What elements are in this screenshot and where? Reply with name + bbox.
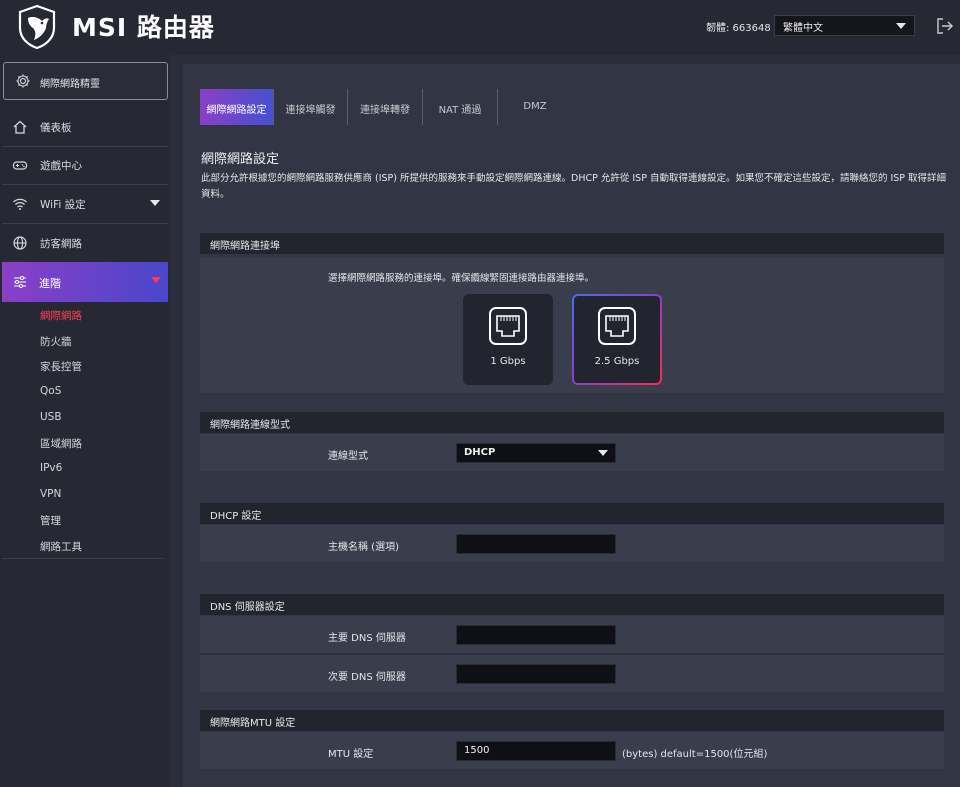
- mtu-hint: (bytes) default=1500(位元組): [622, 749, 768, 760]
- sidebar-item-game-center[interactable]: 遊戲中心: [0, 146, 168, 184]
- submenu-management[interactable]: 管理: [40, 513, 61, 528]
- submenu-lan[interactable]: 區域網路: [40, 436, 82, 451]
- main-panel: 網際網路設定 連接埠觸發 連接埠轉發 NAT 通過 DMZ 網際網路設定 此部分…: [183, 64, 960, 787]
- gear-icon: [16, 74, 30, 88]
- submenu-parental-control[interactable]: 家長控管: [40, 359, 82, 374]
- tab-port-triggering[interactable]: 連接埠觸發: [274, 89, 347, 125]
- sidebar: 網際網路精靈 儀表板 遊戲中心 WiFi 設定 訪客網路 進階 網際網路 防火牆…: [0, 55, 170, 787]
- globe-icon: [13, 236, 27, 250]
- tab-port-forwarding[interactable]: 連接埠轉發: [348, 89, 422, 125]
- chevron-down-icon: [150, 200, 160, 206]
- tab-nat-passthrough[interactable]: NAT 通過: [423, 89, 497, 125]
- section-mtu: MTU 設定 1500 (bytes) default=1500(位元組): [200, 732, 944, 769]
- section-dhcp: 主機名稱 (選項): [200, 525, 944, 562]
- sidebar-item-dashboard[interactable]: 儀表板: [0, 108, 168, 146]
- sidebar-item-label: WiFi 設定: [40, 199, 86, 211]
- section-connection-type: 連線型式 DHCP: [200, 434, 944, 471]
- tab-internet-settings[interactable]: 網際網路設定: [200, 89, 273, 125]
- submenu-qos[interactable]: QoS: [40, 385, 61, 397]
- internet-wizard-button[interactable]: 網際網路精靈: [3, 62, 168, 100]
- ethernet-port-icon: [489, 307, 527, 345]
- section-header-connection-type: 網際網路連線型式: [200, 412, 944, 433]
- language-value: 繁體中文: [783, 23, 823, 34]
- submenu-internet[interactable]: 網際網路: [40, 308, 82, 323]
- wifi-icon: [13, 198, 27, 210]
- chevron-down-icon: [598, 450, 608, 456]
- chevron-down-icon: [896, 23, 906, 29]
- sliders-icon: [14, 276, 26, 288]
- sidebar-item-advanced[interactable]: 進階: [2, 262, 168, 302]
- port-instruction: 選擇網際網路服務的連接埠。確保纜線緊固連接路由器連接埠。: [328, 273, 595, 284]
- connection-type-select[interactable]: DHCP: [456, 443, 616, 463]
- section-header-mtu: 網際網路MTU 設定: [200, 710, 944, 731]
- section-dns-primary: 主要 DNS 伺服器: [200, 616, 944, 653]
- hostname-input[interactable]: [456, 534, 616, 554]
- top-header: MSI 路由器 韌體: 663648 繁體中文: [0, 0, 960, 55]
- section-header-dns: DNS 伺服器設定: [200, 594, 944, 615]
- submenu-usb[interactable]: USB: [40, 411, 62, 423]
- sidebar-item-label: 儀表板: [40, 122, 72, 134]
- hostname-label: 主機名稱 (選項): [328, 542, 399, 553]
- divider: [2, 558, 164, 559]
- port-label: 1 Gbps: [490, 356, 526, 367]
- section-dns-secondary: 次要 DNS 伺服器: [200, 655, 944, 692]
- chevron-down-icon: [151, 277, 161, 283]
- port-option-2-5gbps[interactable]: 2.5 Gbps: [572, 294, 662, 385]
- firmware-version: 韌體: 663648: [706, 23, 771, 34]
- sidebar-item-label: 訪客網路: [40, 238, 82, 250]
- tab-dmz[interactable]: DMZ: [498, 89, 572, 125]
- section-header-dhcp: DHCP 設定: [200, 503, 944, 524]
- language-select[interactable]: 繁體中文: [774, 15, 915, 36]
- mtu-label: MTU 設定: [328, 749, 374, 760]
- secondary-dns-label: 次要 DNS 伺服器: [328, 672, 406, 683]
- wizard-label: 網際網路精靈: [40, 79, 100, 90]
- section-header-internet-port: 網際網路連接埠: [200, 233, 944, 254]
- home-icon: [13, 120, 27, 134]
- primary-dns-label: 主要 DNS 伺服器: [328, 633, 406, 644]
- submenu-network-tools[interactable]: 網路工具: [40, 539, 82, 554]
- gamepad-icon: [12, 161, 28, 170]
- secondary-dns-input[interactable]: [456, 664, 616, 684]
- section-internet-port: 選擇網際網路服務的連接埠。確保纜線緊固連接路由器連接埠。 1 Gbps 2.5 …: [200, 258, 944, 393]
- page-description: 此部分允許根據您的網際網路服務供應商 (ISP) 所提供的服務來手動設定網際網路…: [201, 173, 947, 200]
- submenu-firewall[interactable]: 防火牆: [40, 334, 72, 349]
- connection-type-label: 連線型式: [328, 451, 368, 462]
- sidebar-item-label: 遊戲中心: [40, 160, 82, 172]
- sidebar-item-wifi[interactable]: WiFi 設定: [0, 185, 168, 223]
- sidebar-item-label: 進階: [39, 277, 61, 290]
- port-option-1gbps[interactable]: 1 Gbps: [463, 294, 553, 385]
- msi-dragon-logo-icon: [18, 4, 56, 50]
- brand-title: MSI 路由器: [72, 13, 215, 42]
- page-title: 網際網路設定: [201, 152, 280, 167]
- connection-type-value: DHCP: [464, 447, 496, 458]
- logout-icon[interactable]: [936, 17, 954, 35]
- submenu-vpn[interactable]: VPN: [40, 488, 61, 500]
- port-label: 2.5 Gbps: [594, 356, 640, 367]
- sidebar-item-guest-network[interactable]: 訪客網路: [0, 224, 168, 262]
- submenu-ipv6[interactable]: IPv6: [40, 462, 62, 474]
- mtu-input[interactable]: 1500: [456, 741, 616, 761]
- primary-dns-input[interactable]: [456, 625, 616, 645]
- ethernet-port-icon: [598, 307, 636, 345]
